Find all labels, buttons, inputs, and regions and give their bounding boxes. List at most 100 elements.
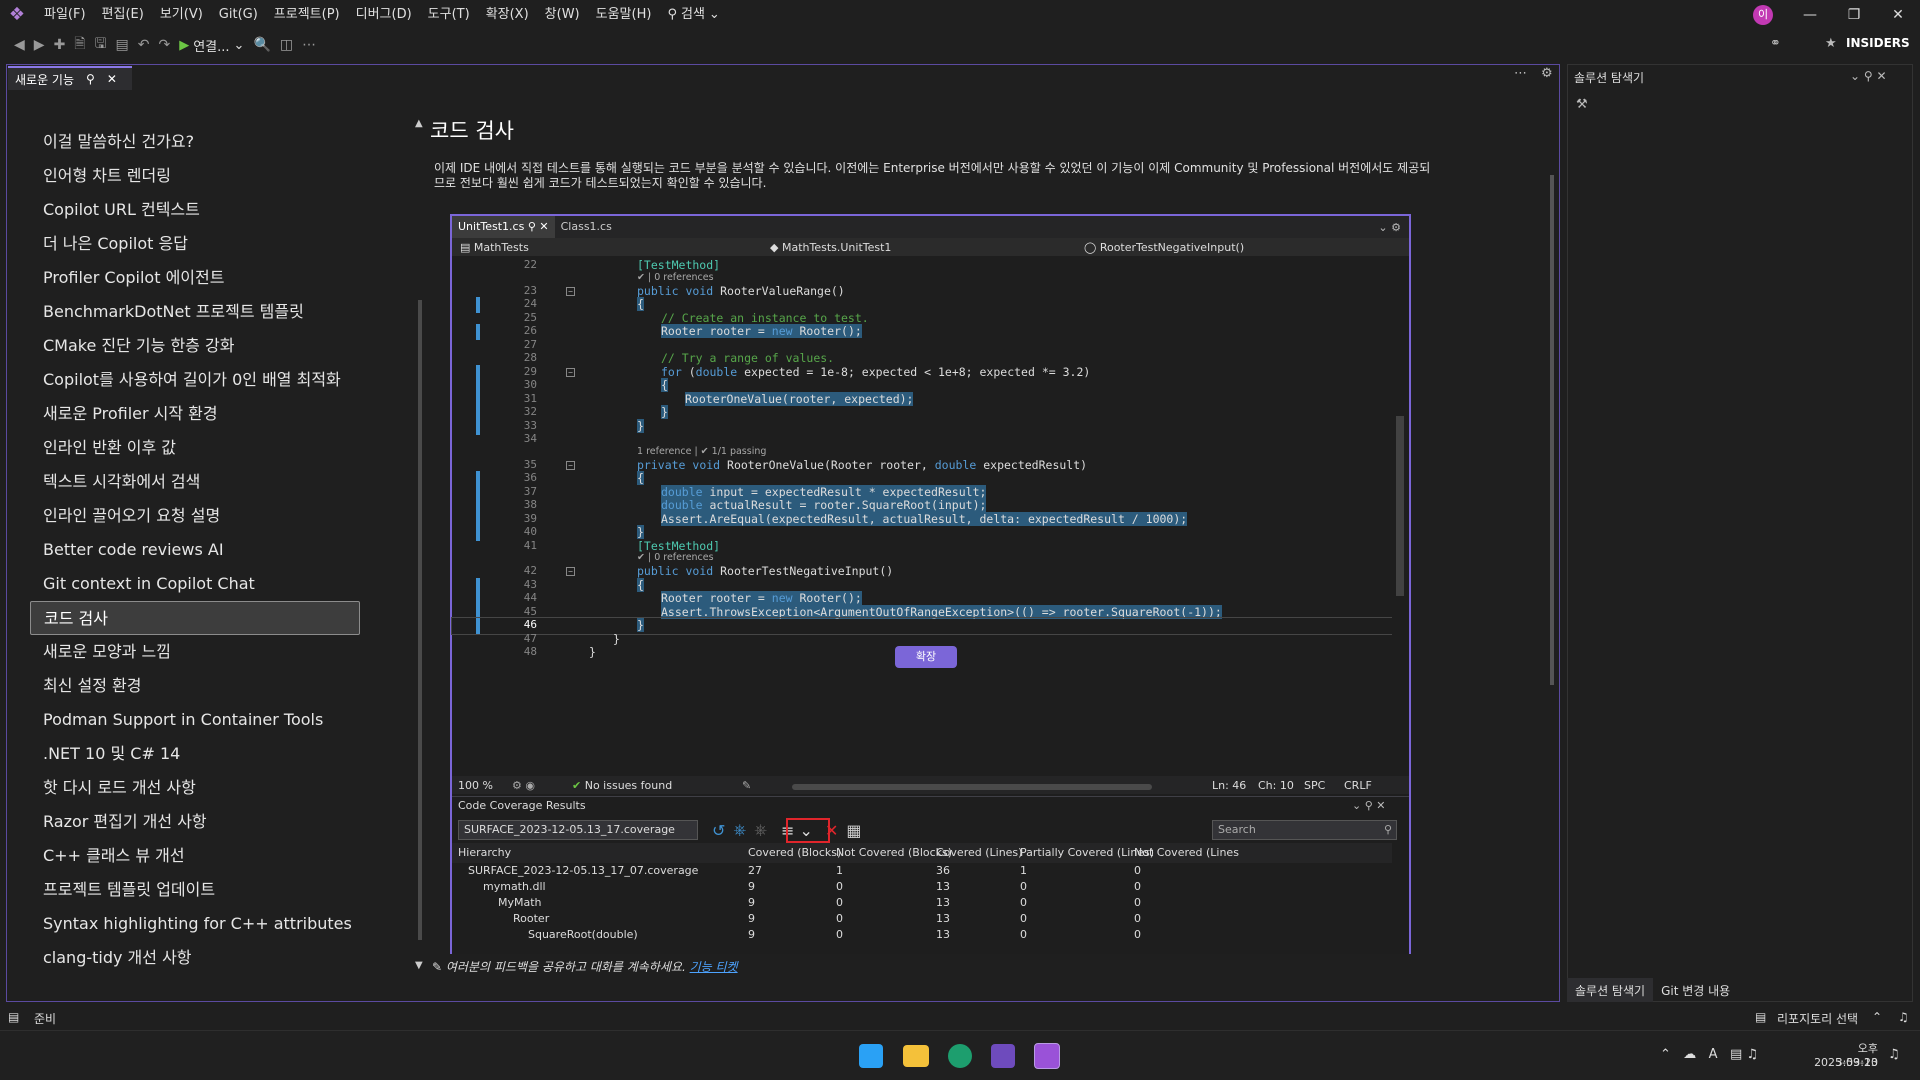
coverage-file-dropdown[interactable]: SURFACE_2023-12-05.13_17.coverage (458, 820, 698, 840)
menu-item[interactable]: 파일(F) (36, 0, 94, 30)
more-options-icon[interactable]: ⋯ (302, 37, 316, 53)
run-button[interactable]: ▶ 연결... ⌄ (179, 36, 244, 55)
window-layout-icon[interactable]: ◫ (280, 37, 293, 53)
sidebar-item[interactable]: 인라인 반환 이후 값 (30, 431, 360, 465)
minimize-button[interactable]: — (1788, 0, 1832, 30)
scroll-down-arrow-icon[interactable]: ▼ (415, 960, 423, 971)
clock-date[interactable]: 2025-09-10 (1812, 1056, 1878, 1069)
tab-class1[interactable]: Class1.cs (555, 216, 618, 238)
line-ending[interactable]: CRLF (1344, 779, 1384, 792)
menu-item[interactable]: 도움말(H) (588, 0, 660, 30)
menu-item[interactable]: 보기(V) (152, 0, 211, 30)
menu-item[interactable]: 확장(X) (478, 0, 537, 30)
file-explorer-icon[interactable] (903, 1045, 929, 1067)
live-share-icon[interactable]: ⚭ (1770, 36, 1781, 51)
insiders-badge[interactable]: INSIDERS (1846, 36, 1910, 50)
editor-scrollbar[interactable] (1392, 256, 1409, 776)
column-header[interactable]: Covered (Blocks) (748, 843, 841, 863)
fold-toggle-icon[interactable]: − (566, 367, 575, 377)
sidebar-item[interactable]: 프로젝트 템플릿 업데이트 (30, 873, 360, 907)
undo-icon[interactable]: ↶ (138, 37, 150, 53)
issues-status[interactable]: ✔ No issues found (572, 779, 742, 792)
redo-icon[interactable]: ↷ (158, 37, 170, 53)
visual-studio-insiders-icon[interactable] (1034, 1043, 1060, 1069)
windows-start-icon[interactable] (859, 1044, 883, 1068)
import-icon[interactable]: ↺ (712, 821, 725, 840)
coverage-search-input[interactable]: Search ⚲ (1212, 820, 1397, 840)
whitespace-mode[interactable]: SPC (1304, 779, 1344, 792)
fold-toggle-icon[interactable]: − (566, 460, 575, 470)
code-editor[interactable]: 22 [TestMethod] ✔ | 0 references 23− public … (451, 256, 1393, 776)
sidebar-item[interactable]: Copilot를 사용하여 길이가 0인 배열 최적화 (30, 363, 360, 397)
column-header[interactable]: Hierarchy (458, 843, 511, 863)
sidebar-item[interactable]: C++ 클래스 뷰 개선 (30, 839, 360, 873)
system-tray-icons[interactable]: ⌃ ☁ A ▤ ♫ (1660, 1047, 1758, 1062)
menu-item[interactable]: 디버그(D) (348, 0, 420, 30)
sidebar-item[interactable]: Profiler Copilot 에이전트 (30, 261, 360, 295)
sidebar-item[interactable]: Razor 편집기 개선 사항 (30, 805, 360, 839)
solution-explorer-controls[interactable]: ⌄ ⚲ ✕ (1850, 69, 1887, 83)
sidebar-item[interactable]: Git context in Copilot Chat (30, 567, 360, 601)
open-file-icon[interactable]: 🗎 (74, 33, 85, 57)
sidebar-item[interactable]: Copilot URL 컨텍스트 (30, 193, 360, 227)
more-options-icon[interactable]: ⋯ (1514, 66, 1527, 81)
member-dropdown[interactable]: ◯ RooterTestNegativeInput() (1076, 241, 1386, 254)
tab-settings-icon[interactable]: ⌄ ⚙ (1378, 221, 1409, 234)
scroll-up-arrow-icon[interactable]: ▲ (415, 118, 423, 129)
fold-toggle-icon[interactable]: − (566, 286, 575, 296)
sidebar-item[interactable]: CMake 진단 기능 한층 강화 (30, 329, 360, 363)
feature-ticket-link[interactable]: 기능 티켓 (690, 960, 738, 974)
select-repository-button[interactable]: 리포지토리 선택 (1777, 1010, 1858, 1027)
ai-icon[interactable]: ⚙ ◉ (512, 779, 572, 792)
save-all-icon[interactable]: ▤ (116, 37, 129, 53)
menu-item[interactable]: 도구(T) (420, 0, 478, 30)
edge-browser-icon[interactable] (948, 1044, 972, 1068)
sidebar-item[interactable]: 이걸 말씀하신 건가요? (30, 125, 360, 159)
sidebar-item[interactable]: 텍스트 시각화에서 검색 (30, 465, 360, 499)
gear-icon[interactable]: ⚙ (1541, 66, 1553, 81)
back-icon[interactable]: ◀ (14, 37, 25, 53)
column-header[interactable]: Not Covered (Lines (1134, 843, 1239, 863)
visual-studio-icon[interactable] (991, 1044, 1015, 1068)
sidebar-item[interactable]: 핫 다시 로드 개선 사항 (30, 771, 360, 805)
chevron-up-icon[interactable]: ⌃ (1872, 1010, 1882, 1024)
new-project-icon[interactable]: ✚ (54, 37, 66, 53)
class-dropdown[interactable]: ◆ MathTests.UnitTest1 (762, 241, 1076, 254)
content-scrollbar[interactable] (1550, 175, 1554, 685)
project-dropdown[interactable]: ▤ MathTests (452, 241, 762, 254)
fold-toggle-icon[interactable]: − (566, 567, 575, 576)
sidebar-item[interactable]: BenchmarkDotNet 프로젝트 템플릿 (30, 295, 360, 329)
pin-icon[interactable]: ⚲ (86, 72, 95, 86)
panel-controls[interactable]: ⌄ ⚲ ✕ (1352, 799, 1385, 812)
menu-item[interactable]: 창(W) (537, 0, 588, 30)
expand-badge[interactable]: 확장 (895, 646, 957, 668)
sidebar-item[interactable]: .NET 10 및 C# 14 (30, 737, 360, 771)
cleanup-icon[interactable]: ✎ (742, 779, 792, 792)
sidebar-item[interactable]: 인라인 끌어오기 요청 설명 (30, 499, 360, 533)
export-icon[interactable]: ⎈ (754, 820, 767, 840)
sidebar-item[interactable]: 인어형 차트 렌더링 (30, 159, 360, 193)
sidebar-item[interactable]: Podman Support in Container Tools (30, 703, 360, 737)
sidebar-item[interactable]: clang-tidy 개선 사항 (30, 941, 360, 975)
menu-item[interactable]: 프로젝트(P) (266, 0, 348, 30)
wrench-icon[interactable]: ⚒ (1576, 97, 1588, 112)
close-window-button[interactable]: ✕ (1876, 0, 1920, 30)
zoom-level[interactable]: 100 % (452, 779, 512, 792)
tab-solution-explorer[interactable]: 솔루션 탐색기 (1567, 978, 1654, 1002)
sidebar-item[interactable]: 더 나은 Copilot 응답 (30, 227, 360, 261)
feedback-icon[interactable]: ★ (1825, 36, 1837, 51)
save-icon[interactable]: 🖫 (95, 33, 107, 57)
merge-icon[interactable]: ⎈ (733, 820, 746, 840)
column-header[interactable]: Not Covered (Blocks) (836, 843, 952, 863)
notification-bell-icon[interactable]: ♫ (1898, 1010, 1909, 1024)
sidebar-scrollbar[interactable] (418, 300, 422, 940)
restore-button[interactable]: ❐ (1832, 0, 1876, 30)
coverage-row[interactable]: SquareRoot(double) 9 0 13 0 0 (452, 925, 1392, 945)
notification-icon[interactable]: ♫ (1888, 1047, 1900, 1062)
add-remove-columns-icon[interactable]: ▦ (846, 821, 861, 840)
sidebar-item[interactable]: Better code reviews AI (30, 533, 360, 567)
sidebar-item[interactable]: 새로운 모양과 느낌 (30, 635, 360, 669)
tab-git-changes[interactable]: Git 변경 내용 (1653, 978, 1738, 1002)
tab-unittest1[interactable]: UnitTest1.cs ⚲ ✕ (452, 216, 555, 238)
close-icon[interactable]: ✕ (107, 72, 117, 86)
